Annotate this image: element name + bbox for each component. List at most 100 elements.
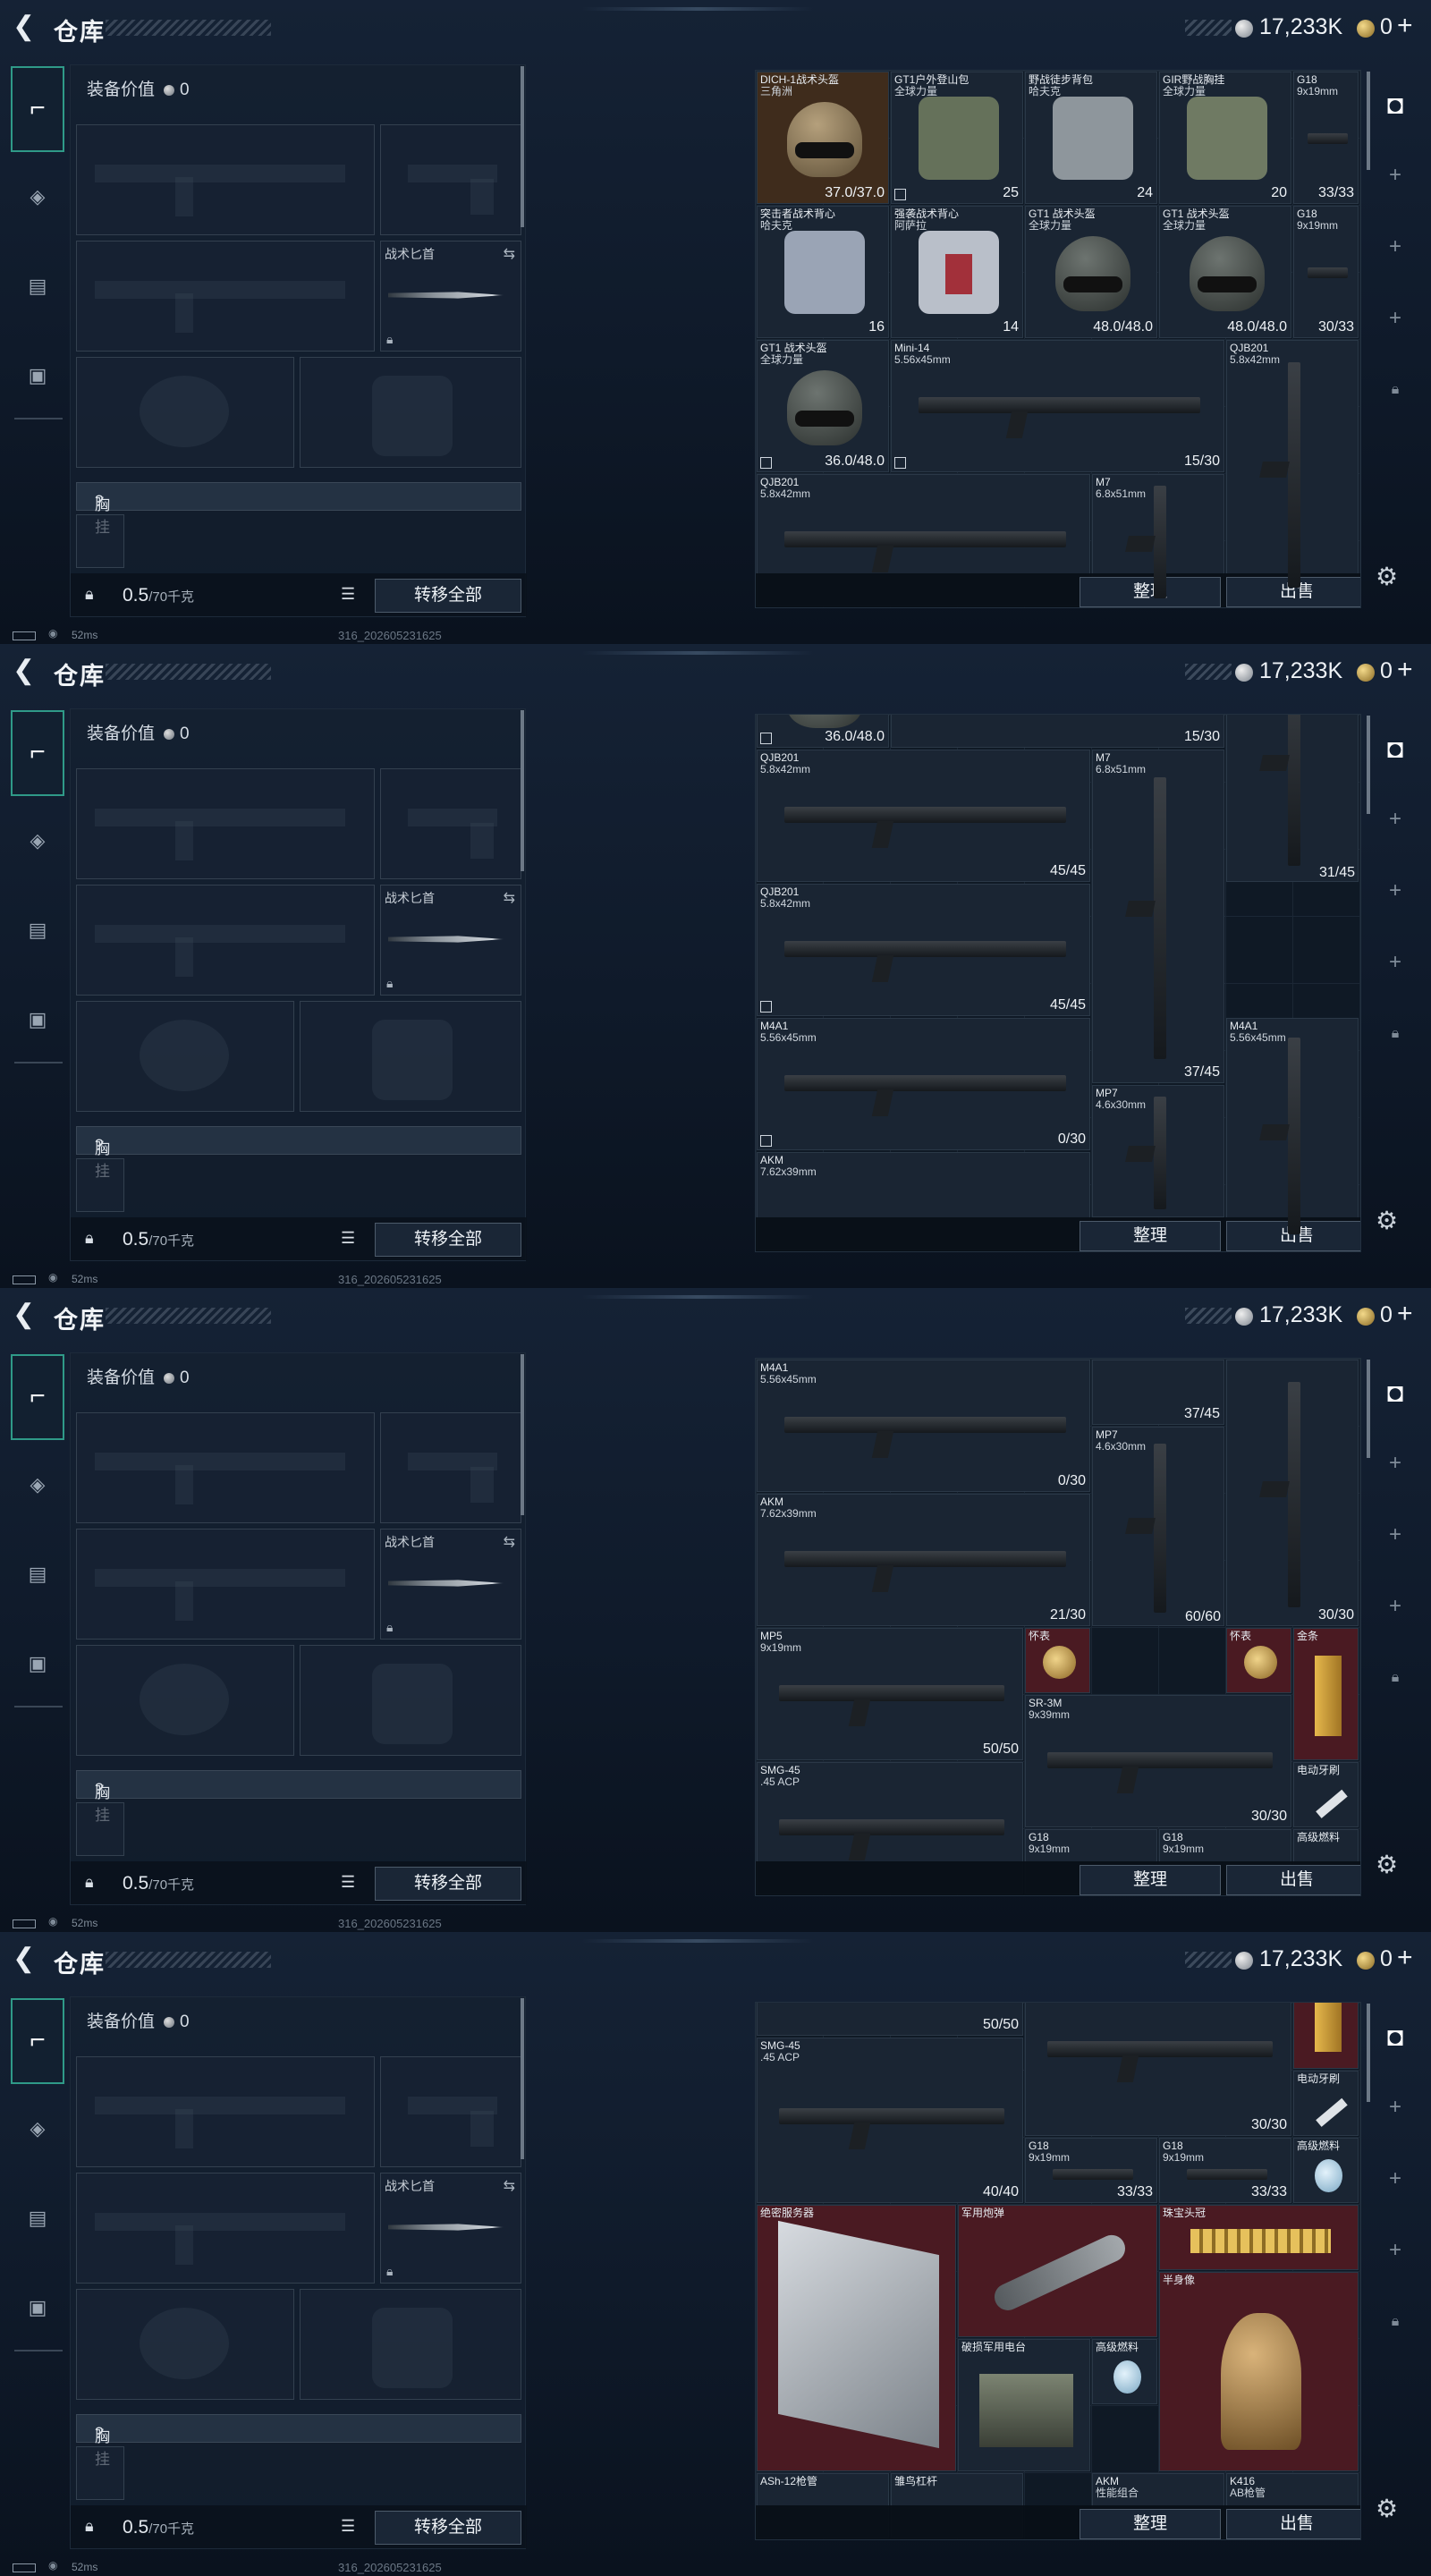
stash-item[interactable]: GIR野战胸挂 全球力量 20: [1159, 72, 1291, 204]
melee-slot[interactable]: 战术匕首 ⇆ 🔒︎: [380, 2173, 521, 2284]
tidy-button[interactable]: 整理: [1080, 2509, 1221, 2539]
plus-icon[interactable]: +: [1370, 1445, 1420, 1481]
back-arrow-icon[interactable]: ❮: [13, 1301, 38, 1328]
add-currency-button[interactable]: +: [1397, 13, 1413, 39]
helmet-slot[interactable]: [76, 1645, 294, 1756]
stash-item[interactable]: 电动牙刷: [1293, 1762, 1359, 1827]
stash-item[interactable]: G18 9x19mm 33/33: [1159, 2138, 1291, 2203]
stash-item[interactable]: 绝密服务器: [757, 2205, 956, 2471]
pistol-slot[interactable]: [380, 768, 521, 879]
armor-slot[interactable]: [300, 1645, 521, 1756]
armor-icon[interactable]: ◈: [20, 1467, 55, 1503]
stash-item[interactable]: SMG-45.45 ACP 40/40: [757, 2037, 1023, 2203]
stash-item[interactable]: 破损军用电台: [958, 2339, 1090, 2471]
backpack-icon[interactable]: ▤: [20, 268, 55, 304]
stash-item[interactable]: AKM 7.62x39mm 21/30: [757, 1494, 1090, 1626]
armor-icon[interactable]: ◈: [20, 823, 55, 859]
tidy-button[interactable]: 整理: [1080, 1221, 1221, 1251]
stash-item[interactable]: [1226, 715, 1359, 882]
helmet-slot[interactable]: [76, 2289, 294, 2400]
swap-icon[interactable]: ⇆: [504, 2177, 515, 2195]
stash-item[interactable]: MP5 9x19mm 50/50: [757, 1628, 1023, 1760]
stash-item[interactable]: GT1 战术头盔 全球力量 48.0/48.0: [1025, 206, 1157, 338]
equipment-scrollbar[interactable]: [521, 1998, 524, 2159]
chest-rig-slot[interactable]: [76, 514, 124, 568]
transfer-all-button[interactable]: 转移全部: [375, 1223, 521, 1257]
plus-icon[interactable]: +: [1370, 873, 1420, 909]
chest-rig-slot[interactable]: [76, 2446, 124, 2500]
backpack-icon[interactable]: ▤: [20, 912, 55, 948]
stash-item[interactable]: 15/30: [891, 715, 1224, 748]
stash-item[interactable]: 金条: [1293, 1628, 1359, 1760]
equipment-scrollbar[interactable]: [521, 66, 524, 227]
stash-item[interactable]: G18 9x19mm 30/33: [1293, 206, 1359, 338]
melee-slot[interactable]: 战术匕首 ⇆ 🔒︎: [380, 1529, 521, 1640]
backpack-icon[interactable]: ▤: [20, 1556, 55, 1592]
plus-icon[interactable]: +: [1370, 801, 1420, 837]
plus-icon[interactable]: +: [1370, 1517, 1420, 1553]
stash-item[interactable]: QJB201 5.8x42mm 45/45: [757, 749, 1090, 882]
pistol-slot[interactable]: [380, 2056, 521, 2167]
secondary-weapon-slot[interactable]: [76, 1529, 375, 1640]
pistol-icon[interactable]: ⌐: [11, 1354, 64, 1440]
stash-item[interactable]: SR-3M9x39mm30/30: [1025, 1695, 1291, 1827]
tidy-button[interactable]: 整理: [1080, 577, 1221, 607]
armor-slot[interactable]: [300, 2289, 521, 2400]
stash-item[interactable]: MP7 4.6x30mm: [1092, 1427, 1224, 1626]
plus-icon[interactable]: +: [1370, 1589, 1420, 1624]
pistol-icon[interactable]: ⌐: [11, 66, 64, 152]
help-icon[interactable]: ?: [95, 2424, 103, 2442]
pistol-slot[interactable]: [380, 1412, 521, 1523]
sell-button[interactable]: 出售: [1226, 1865, 1360, 1895]
list-icon[interactable]: ☰: [341, 1229, 355, 1248]
add-currency-button[interactable]: +: [1397, 1301, 1413, 1327]
plus-icon[interactable]: +: [1370, 2161, 1420, 2197]
primary-weapon-slot[interactable]: [76, 2056, 375, 2167]
stash-item[interactable]: QJB201 5.8x42mm: [1226, 340, 1359, 606]
stash-item[interactable]: GT1 战术头盔 全球力量 36.0/48.0: [757, 340, 889, 472]
plus-icon[interactable]: +: [1370, 2233, 1420, 2268]
helmet-slot[interactable]: [76, 357, 294, 468]
add-currency-button[interactable]: +: [1397, 657, 1413, 683]
briefcase-icon[interactable]: ▣: [20, 1646, 55, 1682]
secondary-weapon-slot[interactable]: [76, 241, 375, 352]
back-arrow-icon[interactable]: ❮: [13, 13, 38, 40]
armor-slot[interactable]: [300, 357, 521, 468]
briefcase-icon[interactable]: ▣: [20, 358, 55, 394]
list-icon[interactable]: ☰: [341, 1873, 355, 1892]
stash-item[interactable]: GT1 战术头盔 全球力量 48.0/48.0: [1159, 206, 1291, 338]
stash-item[interactable]: G18 9x19mm 33/33: [1025, 2138, 1157, 2203]
list-icon[interactable]: ☰: [341, 585, 355, 604]
stash-item[interactable]: M7 6.8x51mm 37/45: [1092, 749, 1224, 1083]
stash-item[interactable]: MP7 4.6x30mm: [1092, 1084, 1224, 1217]
sell-button[interactable]: 出售: [1226, 2509, 1360, 2539]
help-icon[interactable]: ?: [95, 1136, 103, 1154]
help-icon[interactable]: ?: [95, 492, 103, 510]
gear-icon[interactable]: ⚙: [1376, 1206, 1398, 1235]
stash-item[interactable]: M4A1 5.56x45mm: [1226, 1017, 1359, 1250]
stash-item[interactable]: 30/30: [1226, 1360, 1359, 1626]
primary-weapon-slot[interactable]: [76, 124, 375, 235]
primary-weapon-slot[interactable]: [76, 1412, 375, 1523]
armor-icon[interactable]: ◈: [20, 2111, 55, 2147]
stash-item[interactable]: Mini-14 5.56x45mm 15/30: [891, 340, 1224, 472]
stash-item[interactable]: 怀表: [1226, 1628, 1291, 1693]
stash-item[interactable]: 高级燃料: [1293, 2138, 1359, 2203]
plus-icon[interactable]: +: [1370, 945, 1420, 980]
stash-icon[interactable]: ◘: [1370, 2020, 1420, 2055]
gear-icon[interactable]: ⚙: [1376, 1850, 1398, 1879]
secondary-weapon-slot[interactable]: [76, 885, 375, 996]
helmet-slot[interactable]: [76, 1001, 294, 1112]
stash-item[interactable]: 高级燃料: [1092, 2339, 1157, 2404]
chest-rig-slot[interactable]: [76, 1802, 124, 1856]
transfer-all-button[interactable]: 转移全部: [375, 2511, 521, 2545]
melee-slot[interactable]: 战术匕首 ⇆ 🔒︎: [380, 885, 521, 996]
primary-weapon-slot[interactable]: [76, 768, 375, 879]
stash-item[interactable]: M4A1 5.56x45mm 0/30: [757, 1360, 1090, 1492]
stash-item[interactable]: 37/45: [1092, 1360, 1224, 1425]
stash-item[interactable]: 电动牙刷: [1293, 2071, 1359, 2136]
tidy-button[interactable]: 整理: [1080, 1865, 1221, 1895]
stash-item[interactable]: QJB201 5.8x42mm 45/45: [757, 883, 1090, 1016]
pistol-icon[interactable]: ⌐: [11, 710, 64, 796]
plus-icon[interactable]: +: [1370, 301, 1420, 336]
